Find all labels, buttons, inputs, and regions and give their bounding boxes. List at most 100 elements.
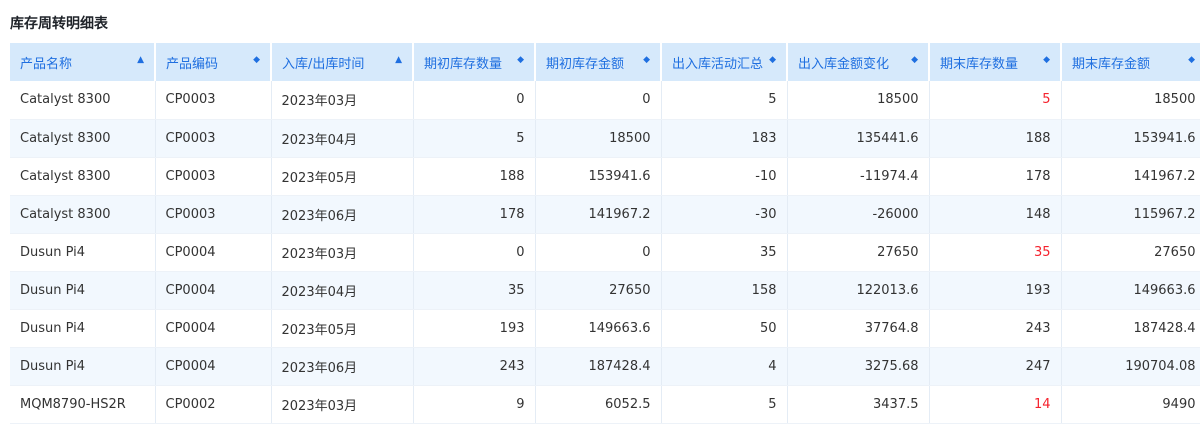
table-cell: CP0004 <box>155 233 272 272</box>
table-cell: -11974.4 <box>787 157 930 196</box>
column-header-1[interactable]: ▲ 产品名称 <box>10 43 156 81</box>
table-cell: Catalyst 8300 <box>10 195 156 234</box>
table-cell: CP0003 <box>155 195 272 234</box>
table-cell: 18500 <box>787 81 930 120</box>
table-cell: 18500 <box>1061 81 1200 120</box>
table-cell: CP0003 <box>155 119 272 158</box>
table-cell: 27650 <box>535 271 662 310</box>
table-cell: 5 <box>661 385 788 424</box>
table-cell: 153941.6 <box>1061 119 1200 158</box>
table-cell: 135441.6 <box>787 119 930 158</box>
table-cell: 149663.6 <box>535 309 662 348</box>
table-cell: 243 <box>929 309 1062 348</box>
table-cell: 9 <box>413 385 536 424</box>
table-row[interactable]: Catalyst 8300 CP0003 2023年03月 0 0 5 18500 5 1850… <box>10 81 1200 120</box>
column-header-6[interactable]: ◆ 出入库活动汇总 <box>661 43 788 81</box>
table-row[interactable]: Dusun Pi4 CP0004 2023年03月 0 0 35 27650 35 27650 <box>10 233 1200 272</box>
table-cell: 243 <box>413 347 536 386</box>
table-cell: 27650 <box>1061 233 1200 272</box>
table-row[interactable]: Catalyst 8300 CP0003 2023年05月 188 153941.6 -1… <box>10 157 1200 196</box>
table-cell: 2023年06月 <box>271 347 414 386</box>
table-row[interactable]: MQM8790-HS2R CP0002 2023年03月 9 6052.5 5 3437.5… <box>10 385 1200 424</box>
table-cell: Dusun Pi4 <box>10 347 156 386</box>
sort-ascending-icon[interactable]: ▲ <box>137 55 144 65</box>
table-cell: 188 <box>413 157 536 196</box>
table-cell: Dusun Pi4 <box>10 309 156 348</box>
table-row[interactable]: Catalyst 8300 CP0003 2023年04月 5 18500 183 1354… <box>10 119 1200 158</box>
table-cell: CP0002 <box>155 385 272 424</box>
table-cell: 247 <box>929 347 1062 386</box>
table-cell: 190704.08 <box>1061 347 1200 386</box>
table-cell: CP0004 <box>155 309 272 348</box>
table-cell: -10 <box>661 157 788 196</box>
sort-toggle-icon[interactable]: ◆ <box>1188 55 1195 65</box>
sort-toggle-icon[interactable]: ◆ <box>253 55 260 65</box>
table-cell: 2023年04月 <box>271 271 414 310</box>
table-cell: 149663.6 <box>1061 271 1200 310</box>
table-header-row: ▲ 产品名称 ◆ 产品编码 ▲ 入库/出库时间 ◆ 期初库存数量 ◆ 期初库存金额 ◆ 出入库活动汇总… <box>10 43 1200 81</box>
table-cell: 0 <box>535 233 662 272</box>
table-cell: 35 <box>661 233 788 272</box>
sort-toggle-icon[interactable]: ◆ <box>517 55 524 65</box>
report-page: 库存周转明细表 ▲ 产品名称 ◆ 产品编码 ▲ 入库/出库时间 ◆ 期初库存数量 ◆ 期初库存金额… <box>0 0 1200 429</box>
column-header-2[interactable]: ◆ 产品编码 <box>155 43 272 81</box>
table-cell: 35 <box>413 271 536 310</box>
table-cell: 115967.2 <box>1061 195 1200 234</box>
table-cell: 141967.2 <box>1061 157 1200 196</box>
table-cell: 2023年03月 <box>271 385 414 424</box>
sort-toggle-icon[interactable]: ◆ <box>643 55 650 65</box>
table-cell: CP0003 <box>155 157 272 196</box>
sort-toggle-icon[interactable]: ◆ <box>911 55 918 65</box>
table-cell: 193 <box>413 309 536 348</box>
table-cell: 2023年04月 <box>271 119 414 158</box>
table-cell: 4 <box>661 347 788 386</box>
table-cell: 193 <box>929 271 1062 310</box>
table-cell: Catalyst 8300 <box>10 157 156 196</box>
column-header-label: 期末库存金额 <box>1072 56 1151 72</box>
column-header-3[interactable]: ▲ 入库/出库时间 <box>271 43 414 81</box>
table-cell: 14 <box>929 385 1062 424</box>
table-row[interactable]: Dusun Pi4 CP0004 2023年04月 35 27650 158 122013.… <box>10 271 1200 310</box>
table-body: Catalyst 8300 CP0003 2023年03月 0 0 5 18500 5 1850… <box>10 81 1200 424</box>
table-cell: 6052.5 <box>535 385 662 424</box>
column-header-label: 期末库存数量 <box>940 56 1019 72</box>
table-cell: -30 <box>661 195 788 234</box>
table-cell: 188 <box>929 119 1062 158</box>
table-row[interactable]: Dusun Pi4 CP0004 2023年05月 193 149663.6 50 3776… <box>10 309 1200 348</box>
sort-ascending-icon[interactable]: ▲ <box>395 55 402 65</box>
table-cell: 0 <box>413 233 536 272</box>
table-cell: 27650 <box>787 233 930 272</box>
column-header-label: 产品编码 <box>166 56 219 72</box>
column-header-label: 入库/出库时间 <box>282 56 365 72</box>
column-header-label: 出入库活动汇总 <box>672 56 764 72</box>
table-cell: 3275.68 <box>787 347 930 386</box>
table-cell: 2023年05月 <box>271 157 414 196</box>
table-cell: 0 <box>413 81 536 120</box>
column-header-9[interactable]: ◆ 期末库存金额 <box>1061 43 1200 81</box>
table-cell: Catalyst 8300 <box>10 81 156 120</box>
table-cell: 0 <box>535 81 662 120</box>
sort-toggle-icon[interactable]: ◆ <box>1043 55 1050 65</box>
table-cell: 153941.6 <box>535 157 662 196</box>
report-title: 库存周转明细表 <box>10 16 108 32</box>
column-header-4[interactable]: ◆ 期初库存数量 <box>413 43 536 81</box>
table-row[interactable]: Dusun Pi4 CP0004 2023年06月 243 187428.4 4 3275.… <box>10 347 1200 386</box>
table-cell: Dusun Pi4 <box>10 233 156 272</box>
table-cell: 187428.4 <box>1061 309 1200 348</box>
table-row[interactable]: Catalyst 8300 CP0003 2023年06月 178 141967.2 -3… <box>10 195 1200 234</box>
table-cell: CP0003 <box>155 81 272 120</box>
table-cell: 35 <box>929 233 1062 272</box>
column-header-8[interactable]: ◆ 期末库存数量 <box>929 43 1062 81</box>
table-cell: 183 <box>661 119 788 158</box>
column-header-7[interactable]: ◆ 出入库金额变化 <box>787 43 930 81</box>
table-cell: -26000 <box>787 195 930 234</box>
table-cell: 2023年06月 <box>271 195 414 234</box>
sort-toggle-icon[interactable]: ◆ <box>769 55 776 65</box>
table-cell: 18500 <box>535 119 662 158</box>
table-cell: Dusun Pi4 <box>10 271 156 310</box>
table-cell: 178 <box>929 157 1062 196</box>
table-cell: 178 <box>413 195 536 234</box>
column-header-label: 期初库存数量 <box>424 56 503 72</box>
table-cell: 3437.5 <box>787 385 930 424</box>
column-header-5[interactable]: ◆ 期初库存金额 <box>535 43 662 81</box>
